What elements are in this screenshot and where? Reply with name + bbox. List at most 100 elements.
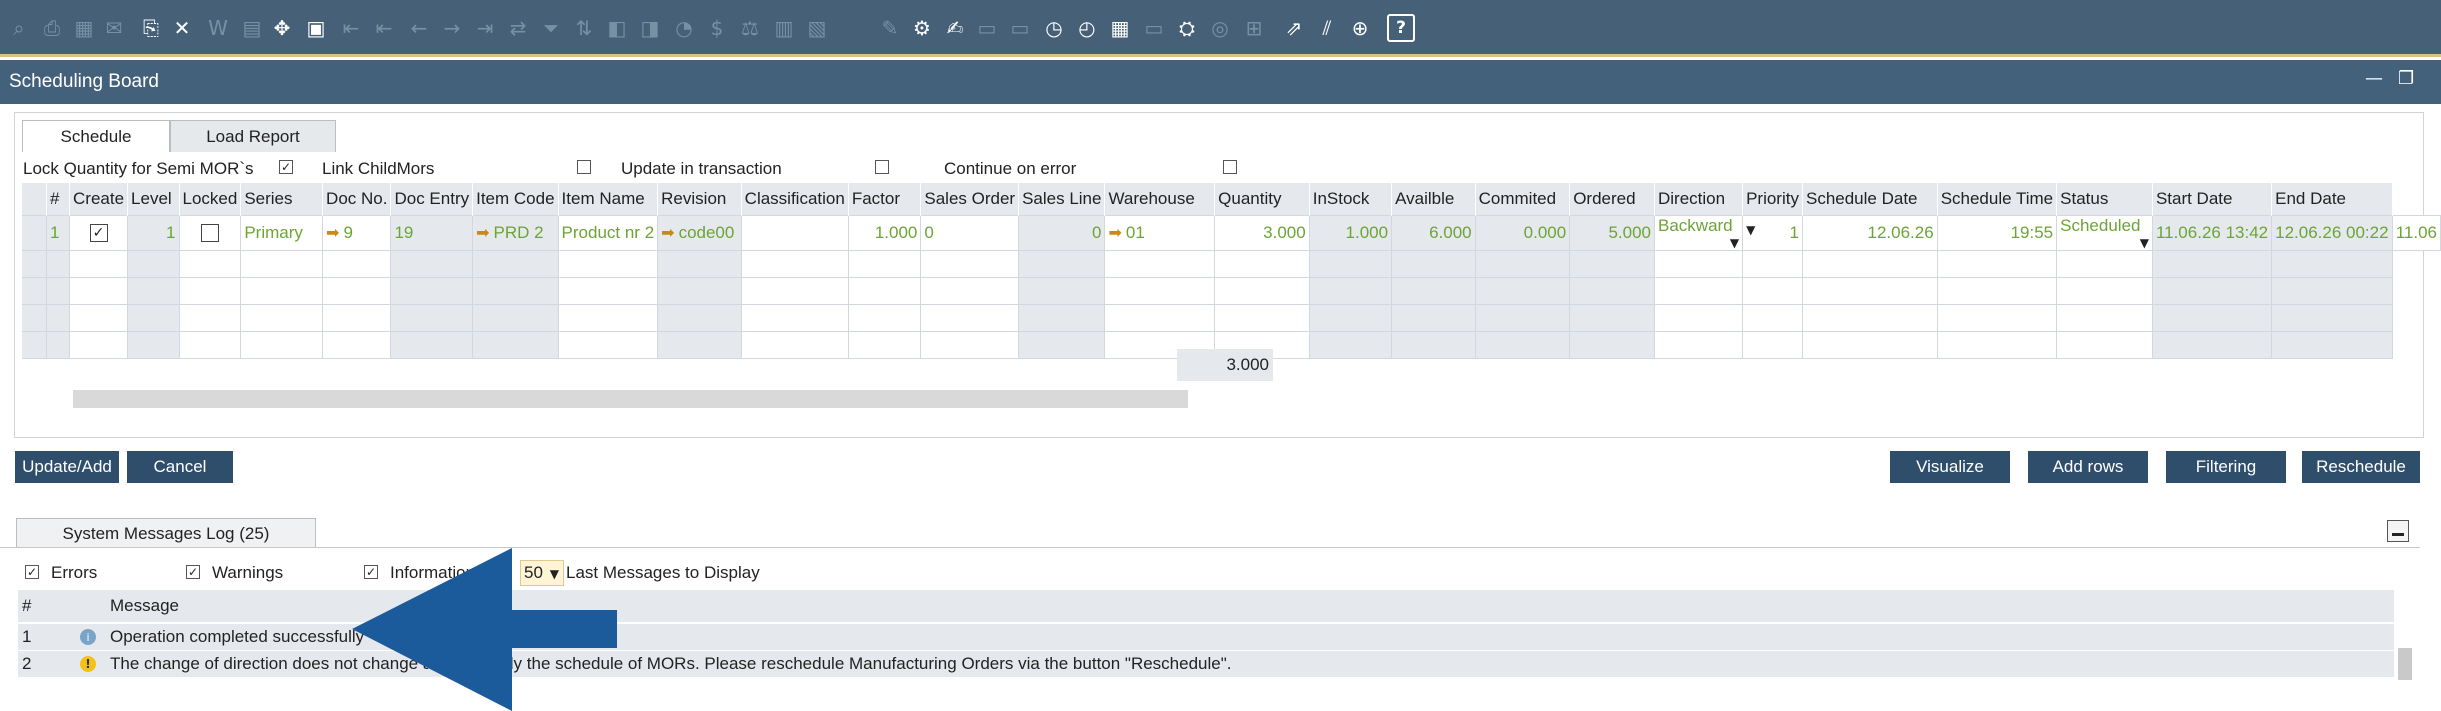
tab-schedule[interactable]: Schedule xyxy=(22,120,170,152)
export-icon[interactable]: ⇗ xyxy=(1280,14,1308,42)
help-icon[interactable]: ? xyxy=(1387,14,1415,42)
col-header[interactable]: Series xyxy=(240,183,324,215)
link-arrow-icon[interactable]: ➡ xyxy=(476,223,489,242)
clock-icon[interactable]: ◴ xyxy=(1073,14,1101,42)
log-vertical-scrollbar[interactable] xyxy=(2398,648,2412,680)
col-header[interactable]: End Date xyxy=(2271,183,2393,215)
col-header[interactable]: Status xyxy=(2056,183,2153,215)
grid-horizontal-scrollbar[interactable] xyxy=(73,390,1188,408)
col-header[interactable]: Revision xyxy=(657,183,742,215)
journal-icon[interactable]: ▧ xyxy=(803,14,831,42)
table-row[interactable] xyxy=(22,277,2441,305)
col-header[interactable]: Start Date xyxy=(2152,183,2273,215)
cell-doc-no[interactable]: ➡ 9 xyxy=(322,214,392,251)
message-icon[interactable]: ▭ xyxy=(973,14,1001,42)
col-header[interactable]: Level xyxy=(127,183,180,215)
cell-classification[interactable] xyxy=(741,214,849,251)
move-icon[interactable]: ✥ xyxy=(268,14,296,42)
balance-icon[interactable]: ⚖ xyxy=(736,14,764,42)
update-in-transaction-checkbox[interactable] xyxy=(875,160,889,174)
chart-icon[interactable]: ⫽ xyxy=(1313,14,1341,42)
cell-quantity[interactable]: 3.000 xyxy=(1214,214,1310,251)
cell-locked[interactable] xyxy=(179,214,242,251)
print-icon[interactable]: ⎙ xyxy=(38,14,66,42)
first-icon[interactable]: ⇤ xyxy=(337,14,365,42)
cell-priority[interactable]: ▼ 1 xyxy=(1742,214,1803,251)
preview-icon[interactable]: ⌕ xyxy=(5,14,33,42)
link-arrow-icon[interactable]: ➡ xyxy=(1108,223,1121,242)
cell-create[interactable]: ✓ xyxy=(69,214,129,251)
cell-direction[interactable]: Backward ▼ xyxy=(1654,214,1744,251)
col-header[interactable]: Sales Order xyxy=(920,183,1020,215)
minimize-log-icon[interactable] xyxy=(2387,520,2409,542)
volume-icon[interactable]: ▥ xyxy=(770,14,798,42)
col-header[interactable]: Create xyxy=(69,183,129,215)
workflow-icon[interactable]: ◎ xyxy=(1206,14,1234,42)
word-icon[interactable]: W xyxy=(204,14,232,42)
col-header[interactable]: Warehouse xyxy=(1104,183,1216,215)
stamp-icon[interactable]: ⛭ xyxy=(1173,14,1201,42)
message2-icon[interactable]: ▭ xyxy=(1006,14,1034,42)
add-rows-button[interactable]: Add rows xyxy=(2028,451,2148,483)
cell-factor[interactable]: 1.000 xyxy=(848,214,922,251)
col-header[interactable]: InStock xyxy=(1309,183,1393,215)
link-childmors-checkbox[interactable] xyxy=(577,160,591,174)
gross-profit-icon[interactable]: ◔ xyxy=(670,14,698,42)
link-arrow-icon[interactable]: ➡ xyxy=(326,223,339,242)
col-header[interactable]: Direction xyxy=(1654,183,1744,215)
draw-icon[interactable]: ✎ xyxy=(876,14,904,42)
alert-icon[interactable]: ◷ xyxy=(1040,14,1068,42)
table-row[interactable] xyxy=(22,250,2441,278)
restore-icon[interactable]: ❐ xyxy=(2398,68,2414,89)
dropdown-arrow-icon[interactable]: ▼ xyxy=(1730,236,1739,250)
lock-qty-checkbox[interactable]: ✓ xyxy=(279,160,293,174)
row-handle[interactable] xyxy=(22,214,47,251)
first-record-icon[interactable]: ⇤ xyxy=(370,14,398,42)
settings-icon[interactable]: ⚙ xyxy=(908,14,936,42)
col-header[interactable]: Item Code xyxy=(472,183,559,215)
col-header[interactable]: Classification xyxy=(741,183,849,215)
col-header[interactable]: Sales Line xyxy=(1018,183,1106,215)
cell-series[interactable]: Primary xyxy=(240,214,324,251)
locked-checkbox[interactable] xyxy=(200,224,219,243)
refresh-icon[interactable]: ⇄ xyxy=(504,14,532,42)
previous-record-icon[interactable]: ← xyxy=(405,14,433,42)
target-doc-icon[interactable]: ◨ xyxy=(636,14,664,42)
edit-form-icon[interactable]: ✍ xyxy=(941,14,969,42)
calendar-icon[interactable]: ▦ xyxy=(70,14,98,42)
link-arrow-icon[interactable]: ➡ xyxy=(661,223,674,242)
filtering-button[interactable]: Filtering xyxy=(2166,451,2286,483)
layout-icon[interactable]: ⊞ xyxy=(1240,14,1268,42)
pdf-icon[interactable]: ▤ xyxy=(238,14,266,42)
filter-icon[interactable]: ⏷ xyxy=(537,14,565,42)
globe-icon[interactable]: ⊕ xyxy=(1346,14,1374,42)
cell-revision[interactable]: ➡ code00 xyxy=(657,214,742,251)
minimize-icon[interactable]: — xyxy=(2365,68,2383,89)
create-checkbox[interactable]: ✓ xyxy=(89,224,108,243)
sort-icon[interactable]: ⇅ xyxy=(570,14,598,42)
next-record-icon[interactable]: → xyxy=(438,14,466,42)
dropdown-arrow-icon[interactable]: ▼ xyxy=(1746,223,1755,237)
cell-warehouse[interactable]: ➡ 01 xyxy=(1104,214,1216,251)
col-header[interactable]: Availble xyxy=(1391,183,1476,215)
update-add-button[interactable]: Update/Add xyxy=(15,451,119,483)
col-header[interactable]: # xyxy=(46,183,71,215)
payment-icon[interactable]: $ xyxy=(703,14,731,42)
reschedule-button[interactable]: Reschedule xyxy=(2302,451,2420,483)
cell-sales-order[interactable]: 0 xyxy=(920,214,1020,251)
col-header[interactable]: Quantity xyxy=(1214,183,1310,215)
excel-icon[interactable]: ✕ xyxy=(168,14,196,42)
calculator-icon[interactable]: ▦ xyxy=(1106,14,1134,42)
table-row[interactable] xyxy=(22,304,2441,332)
cell-item-name[interactable]: Product nr 2 xyxy=(558,214,659,251)
col-header[interactable]: Locked xyxy=(179,183,242,215)
print-queue-icon[interactable]: ⎘ xyxy=(137,14,165,42)
email-icon[interactable]: ✉ xyxy=(100,14,128,42)
lock-icon[interactable]: ▣ xyxy=(302,14,330,42)
continue-on-error-checkbox[interactable] xyxy=(1223,160,1237,174)
col-header[interactable]: Schedule Time xyxy=(1937,183,2058,215)
visualize-button[interactable]: Visualize xyxy=(1890,451,2010,483)
table-row[interactable]: 1 ✓ 1 Primary ➡ 9 19 ➡ PRD 2 Product nr 2 … xyxy=(22,214,2441,251)
col-header[interactable]: Doc No. xyxy=(322,183,392,215)
col-header[interactable]: Item Name xyxy=(558,183,659,215)
